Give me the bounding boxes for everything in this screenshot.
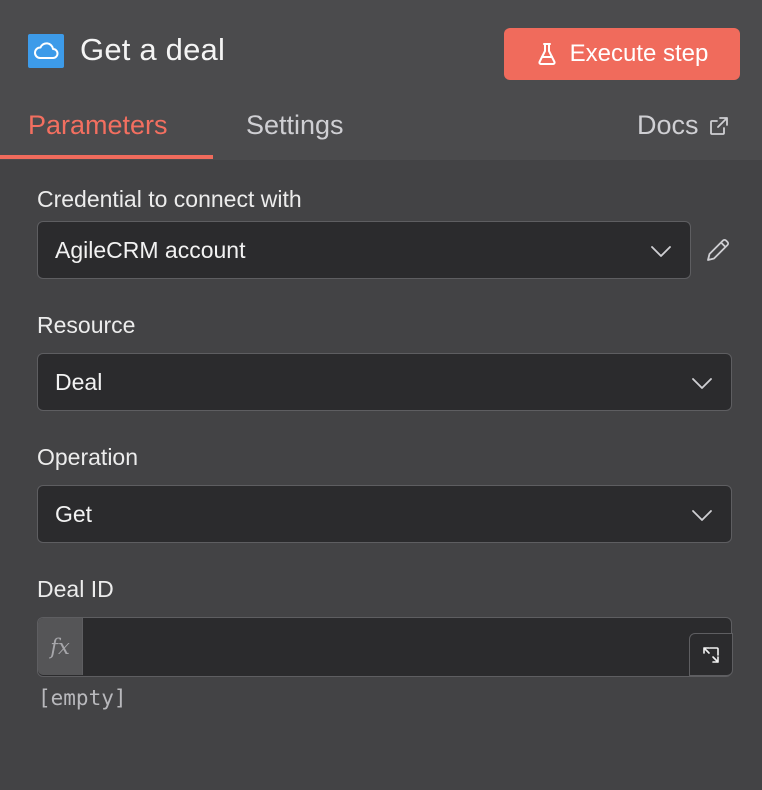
execute-step-label: Execute step: [569, 40, 709, 67]
docs-label: Docs: [637, 110, 699, 140]
flask-icon: [536, 42, 558, 66]
execute-step-button[interactable]: Execute step: [504, 28, 740, 80]
resource-value: Deal: [55, 368, 103, 395]
node-title: Get a deal: [80, 32, 226, 67]
tab-bar: Parameters Settings Docs: [0, 100, 762, 160]
deal-id-field: fx: [37, 617, 733, 677]
operation-select[interactable]: Get: [37, 485, 732, 543]
resource-label: Resource: [37, 312, 136, 338]
node-parameters-panel: Get a deal Execute step Parameters Setti…: [0, 0, 762, 790]
external-link-icon: [709, 116, 728, 135]
cloud-icon: [28, 34, 64, 68]
operation-label: Operation: [37, 444, 139, 470]
operation-value: Get: [55, 500, 93, 527]
expand-editor-button[interactable]: [689, 633, 733, 676]
credential-select[interactable]: AgileCRM account: [37, 221, 691, 279]
resource-select[interactable]: Deal: [37, 353, 732, 411]
tab-parameters[interactable]: Parameters: [28, 110, 168, 141]
chevron-down-icon: [692, 378, 712, 389]
active-tab-indicator: [0, 155, 213, 159]
deal-id-label: Deal ID: [37, 576, 114, 602]
credential-value: AgileCRM account: [55, 236, 246, 263]
expression-toggle[interactable]: fx: [38, 618, 83, 675]
credential-label: Credential to connect with: [37, 186, 302, 212]
empty-value-hint: [empty]: [38, 686, 127, 710]
chevron-down-icon: [692, 510, 712, 521]
chevron-down-icon: [651, 246, 671, 257]
tab-docs[interactable]: Docs: [637, 110, 729, 141]
deal-id-input[interactable]: [84, 618, 684, 675]
panel-header: Get a deal Execute step Parameters Setti…: [0, 0, 762, 160]
edit-credential-pencil-icon[interactable]: [704, 236, 732, 264]
expand-icon: [703, 646, 719, 663]
tab-settings[interactable]: Settings: [246, 110, 344, 141]
